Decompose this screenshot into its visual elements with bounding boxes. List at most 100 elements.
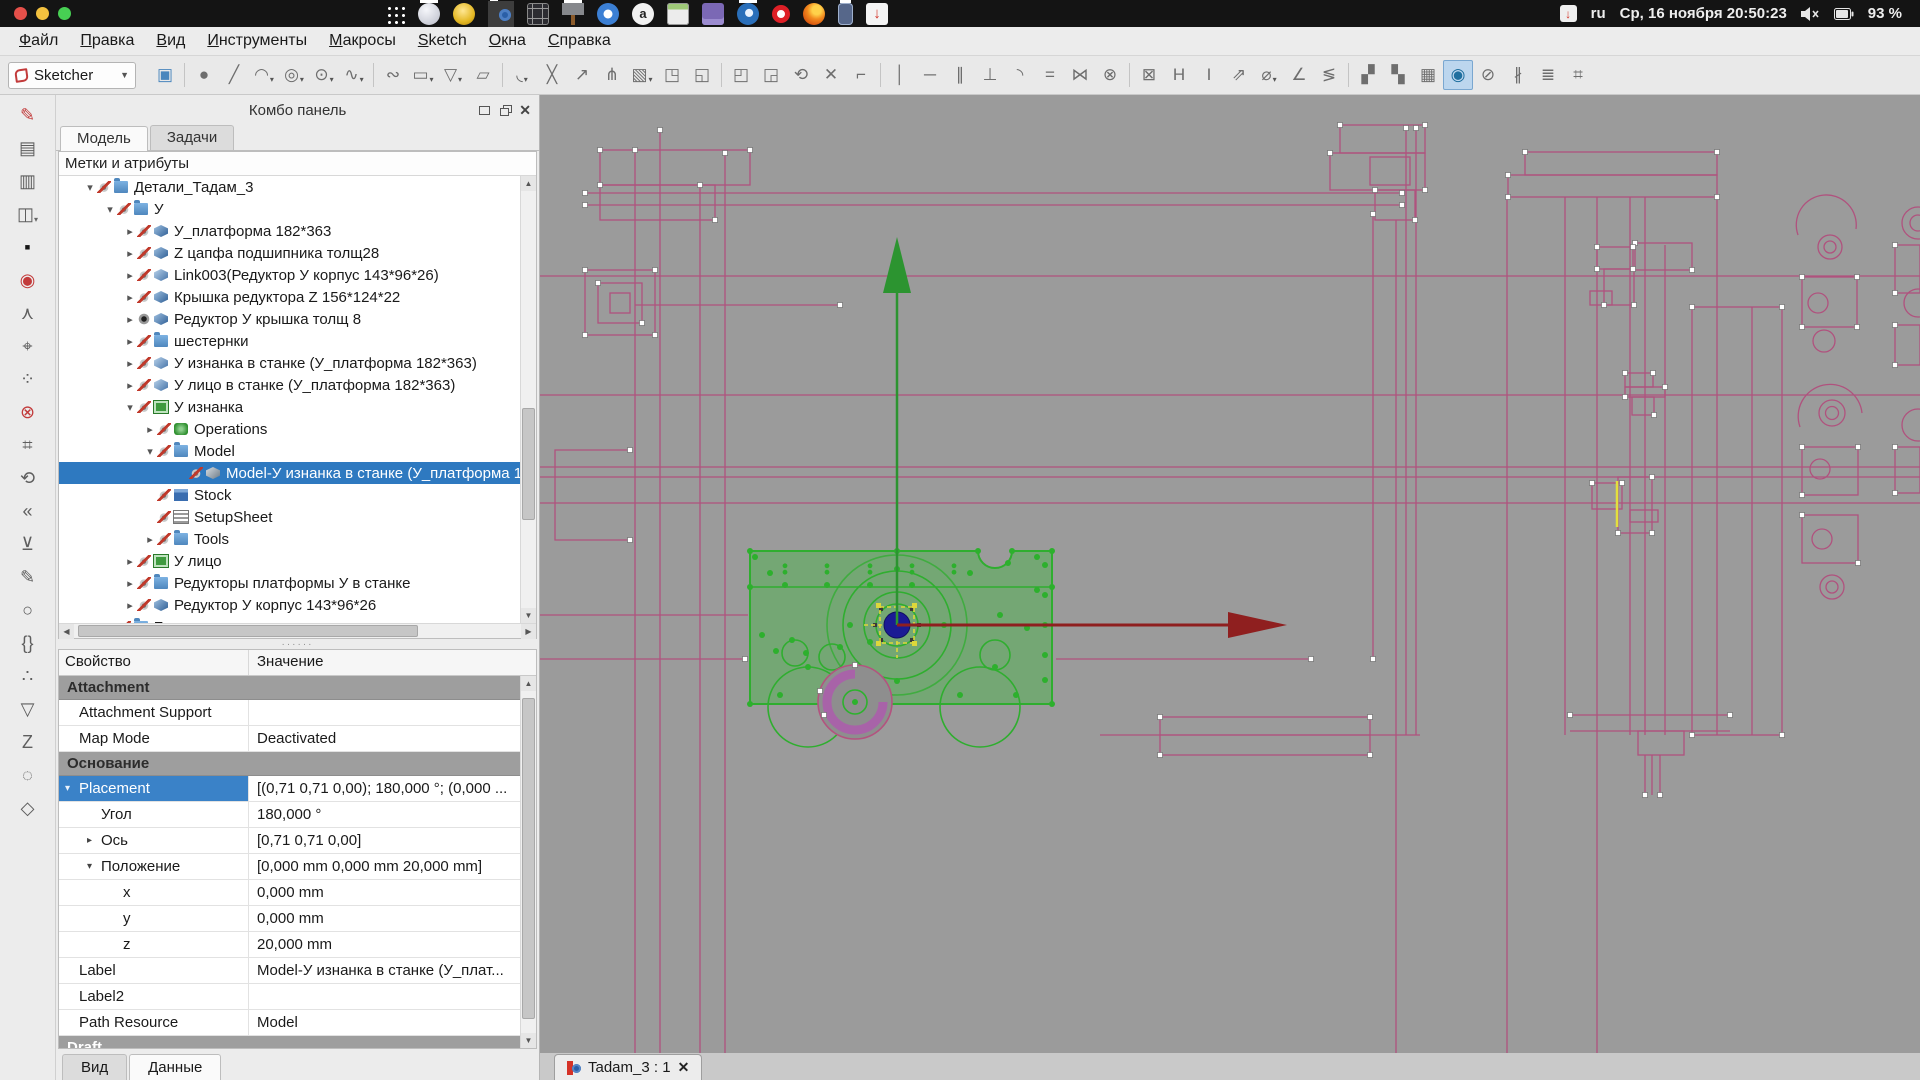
pressed-tool-icon[interactable]: ▪	[11, 231, 45, 264]
constraint-horizontal-distance-icon[interactable]: H	[1164, 60, 1194, 90]
panel-tab[interactable]: Модель	[60, 126, 148, 151]
close-document-icon[interactable]: ✕	[678, 1059, 690, 1076]
create-arc-icon[interactable]: ◠	[249, 60, 279, 90]
property-row[interactable]: Map Mode Deactivated	[59, 726, 520, 752]
document-tab[interactable]: Tadam_3 : 1 ✕	[554, 1054, 702, 1080]
property-row[interactable]: Положение [0,000 mm 0,000 mm 20,000 mm]	[59, 854, 520, 880]
property-row[interactable]: y 0,000 mm	[59, 906, 520, 932]
calculator-app-icon[interactable]	[667, 3, 689, 25]
close-window-button[interactable]	[14, 7, 27, 20]
separator[interactable]	[880, 63, 881, 87]
ellipse-tools-icon[interactable]: ⊘	[1473, 60, 1503, 90]
expand-arrow-icon[interactable]	[123, 225, 137, 238]
constraint-tangent-icon[interactable]: ◝	[1005, 60, 1035, 90]
tree-item[interactable]: Редуктор У корпус 143*96*26	[59, 594, 520, 616]
create-polygon-icon[interactable]: ▽	[438, 60, 468, 90]
property-value[interactable]: [0,71 0,71 0,00]	[249, 828, 520, 853]
expand-arrow-icon[interactable]	[123, 555, 137, 568]
create-point-icon[interactable]: ●	[189, 60, 219, 90]
pliers-tool-icon[interactable]: ⋏	[11, 297, 45, 330]
view-tool-icon[interactable]: ◫	[11, 198, 45, 231]
chromium-app-icon[interactable]	[597, 3, 619, 25]
constraint-vertical-icon[interactable]: │	[885, 60, 915, 90]
separator[interactable]	[184, 63, 185, 87]
constraint-radius-icon[interactable]: ⌀	[1254, 60, 1284, 90]
property-row[interactable]: x 0,000 mm	[59, 880, 520, 906]
expand-arrow-icon[interactable]	[123, 599, 137, 612]
property-value[interactable]: [(0,71 0,71 0,00); 180,000 °; (0,000 ...	[249, 776, 520, 801]
tree-item[interactable]: Operations	[59, 418, 520, 440]
tree-item[interactable]: SetupSheet	[59, 506, 520, 528]
properties-vertical-scrollbar[interactable]: ▲ ▼	[520, 676, 536, 1048]
separator[interactable]	[373, 63, 374, 87]
remove-alignment-icon[interactable]: ✕	[816, 60, 846, 90]
menu-item[interactable]: Справка	[539, 29, 620, 53]
menu-item[interactable]: Окна	[480, 29, 535, 53]
symmetry-icon[interactable]: ◰	[726, 60, 756, 90]
expand-arrow-icon[interactable]	[65, 783, 75, 794]
property-row[interactable]: z 20,000 mm	[59, 932, 520, 958]
create-slot-icon[interactable]: ▱	[468, 60, 498, 90]
expand-arrow-icon[interactable]	[143, 445, 157, 458]
property-value[interactable]: [0,000 mm 0,000 mm 20,000 mm]	[249, 854, 520, 879]
expand-arrow-icon[interactable]	[123, 335, 137, 348]
pencil-tool-icon[interactable]: ✎	[11, 561, 45, 594]
constraint-symmetric-icon[interactable]: ⋈	[1065, 60, 1095, 90]
draft-tool-icon[interactable]: ◇	[11, 792, 45, 825]
sign-app-icon[interactable]	[562, 3, 584, 25]
separator[interactable]	[721, 63, 722, 87]
3d-view-canvas[interactable]	[540, 95, 1920, 1053]
scroll-down-icon[interactable]: ▼	[521, 608, 536, 623]
expand-arrow-icon[interactable]	[123, 247, 137, 260]
tree-item[interactable]: Model-У изнанка в станке (У_платформа 18	[59, 462, 520, 484]
delete-tool-icon[interactable]: ⊗	[11, 396, 45, 429]
egg-app-icon[interactable]	[418, 3, 440, 25]
workbench-selector[interactable]: Sketcher ▼	[8, 62, 136, 89]
constraint-block-icon[interactable]: ⊗	[1095, 60, 1125, 90]
render-ball-icon[interactable]: ◉	[11, 264, 45, 297]
tree-item[interactable]: Детали_Тадам_3	[59, 176, 520, 198]
undock-panel-icon[interactable]	[500, 108, 509, 116]
open-file-icon[interactable]: ▣	[150, 60, 180, 90]
create-circle-icon[interactable]: ◎	[279, 60, 309, 90]
app-grid-icon[interactable]	[385, 4, 405, 24]
tree-item[interactable]: У_платформа 182*363	[59, 220, 520, 242]
keyboard-layout[interactable]: ru	[1591, 5, 1606, 22]
volume-muted-icon[interactable]	[1801, 7, 1820, 21]
opera-app-icon[interactable]	[772, 5, 790, 23]
constraint-parallel-icon[interactable]: ∥	[945, 60, 975, 90]
clock[interactable]: Ср, 16 ноября 20:50:23	[1620, 5, 1787, 22]
measure-tool-icon[interactable]: ⌖	[11, 330, 45, 363]
separator[interactable]	[502, 63, 503, 87]
property-row[interactable]: Path Resource Model	[59, 1010, 520, 1036]
property-row[interactable]: Label Model-У изнанка в станке (У_плат..…	[59, 958, 520, 984]
expand-arrow-icon[interactable]	[103, 203, 117, 216]
property-value[interactable]: Model-У изнанка в станке (У_плат...	[249, 958, 520, 983]
external-geometry-icon[interactable]: ▧	[627, 60, 657, 90]
trim-edge-icon[interactable]: ╳	[537, 60, 567, 90]
display-app-icon[interactable]	[702, 3, 724, 25]
mirror-tool-icon[interactable]: ⊻	[11, 528, 45, 561]
menu-item[interactable]: Файл	[10, 29, 67, 53]
panel-tab[interactable]: Задачи	[150, 125, 234, 150]
create-rectangle-icon[interactable]: ▭	[408, 60, 438, 90]
expand-arrow-icon[interactable]	[143, 533, 157, 546]
property-row[interactable]: Label2	[59, 984, 520, 1010]
create-conic-icon[interactable]: ⊙	[309, 60, 339, 90]
property-row[interactable]: Основание	[59, 752, 520, 776]
constraint-angle-icon[interactable]: ∠	[1284, 60, 1314, 90]
select-origin-icon[interactable]: ◱	[687, 60, 717, 90]
tree-item[interactable]: Редукторы платформы У в станке	[59, 572, 520, 594]
dots-tool-icon[interactable]: ∴	[11, 660, 45, 693]
create-bspline-icon[interactable]: ∾	[378, 60, 408, 90]
degrees-of-freedom-icon[interactable]: ≣	[1533, 60, 1563, 90]
tree-item[interactable]: Z	[59, 616, 520, 623]
fillet-icon[interactable]: ◟	[507, 60, 537, 90]
expand-arrow-icon[interactable]	[123, 357, 137, 370]
tree-item[interactable]: У изнанка	[59, 396, 520, 418]
dashed-circle-tool-icon[interactable]: ◌	[11, 759, 45, 792]
braces-tool-icon[interactable]: {}	[11, 627, 45, 660]
tree-item[interactable]: Крышка редуктора Z 156*124*22	[59, 286, 520, 308]
corner-icon[interactable]: ⌐	[846, 60, 876, 90]
rotate-tool-icon[interactable]: ⟲	[11, 462, 45, 495]
